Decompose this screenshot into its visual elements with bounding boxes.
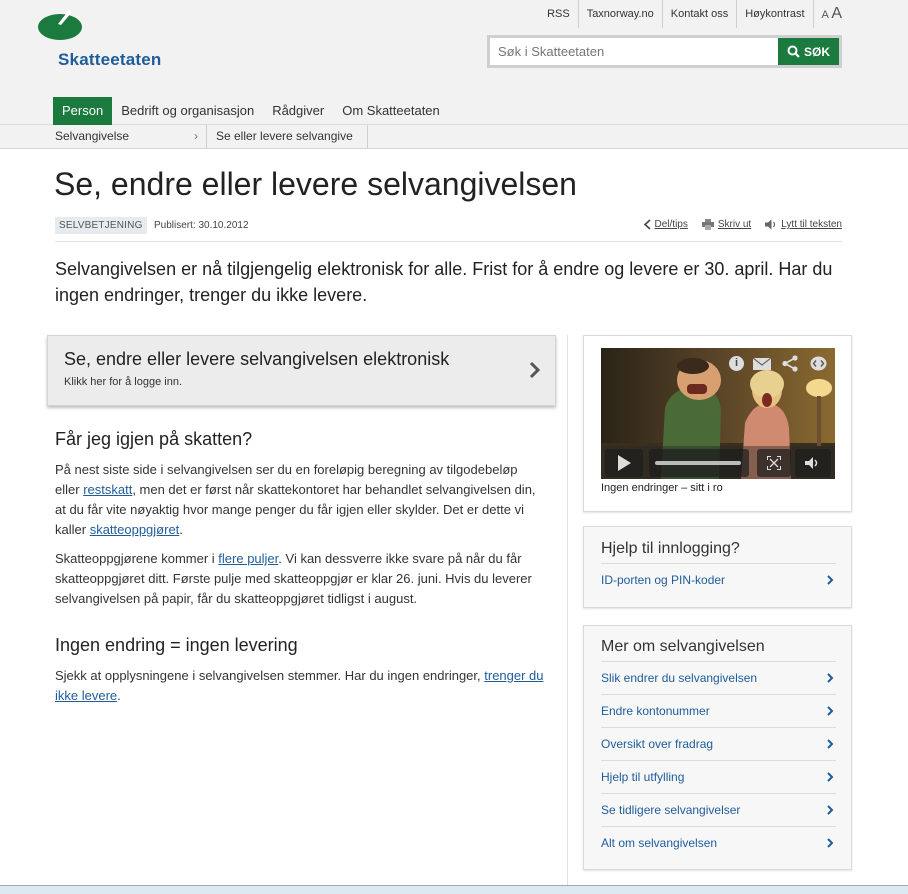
share-label: Del/tips — [654, 219, 688, 230]
category-tag[interactable]: SELVBETJENING — [55, 217, 147, 234]
chevron-right-icon — [827, 739, 834, 749]
side-item-label: Oversikt over fradrag — [601, 737, 714, 751]
font-size-small[interactable]: A — [822, 9, 829, 21]
link-oversikt-fradrag[interactable]: Oversikt over fradrag — [601, 727, 836, 759]
mail-icon[interactable] — [753, 358, 771, 370]
search-button[interactable]: SØK — [778, 38, 839, 65]
side-item-label: Se tidligere selvangivelser — [601, 803, 741, 817]
link-slik-endrer[interactable]: Slik endrer du selvangivelsen — [601, 661, 836, 693]
heading-no-change: Ingen endring = ingen levering — [55, 635, 298, 655]
fullscreen-button[interactable] — [757, 449, 791, 477]
paragraph-refund: På nest siste side i selvangivelsen ser … — [55, 460, 545, 540]
volume-button[interactable] — [795, 449, 831, 477]
side-item-label: Alt om selvangivelsen — [601, 836, 718, 850]
cta-title: Se, endre eller levere selvangivelsen el… — [64, 349, 450, 369]
chevron-right-icon — [827, 673, 834, 683]
heading-tax-refund: Får jeg igjen på skatten? — [55, 429, 253, 449]
link-endre-kontonummer[interactable]: Endre kontonummer — [601, 694, 836, 726]
high-contrast-link[interactable]: Høykontrast — [736, 0, 812, 28]
video-box: i Ingen endringer – sitt i ro — [583, 335, 852, 512]
progress-track[interactable] — [649, 449, 749, 477]
column-divider — [567, 335, 568, 885]
link-tidligere-selvangivelser[interactable]: Se tidligere selvangivelser — [601, 793, 836, 825]
breadcrumb-separator: › — [194, 129, 198, 143]
chevron-right-icon — [529, 361, 541, 379]
text: Skatteoppgjørene kommer i — [55, 551, 219, 566]
nav-bedrift[interactable]: Bedrift og organisasjon — [112, 97, 263, 125]
breadcrumb-current: Se eller levere selvangive — [216, 125, 368, 148]
embed-icon[interactable] — [810, 356, 827, 371]
side-item-label: Slik endrer du selvangivelsen — [601, 671, 758, 685]
text: Sjekk at opplysningene i selvangivelsen … — [55, 668, 485, 683]
text: . — [117, 688, 121, 703]
chevron-right-icon — [827, 805, 834, 815]
chevron-right-icon — [827, 772, 834, 782]
main-nav: Person Bedrift og organisasjon Rådgiver … — [53, 97, 449, 125]
published-date: Publisert: 30.10.2012 — [154, 220, 249, 231]
print-label: Skriv ut — [717, 219, 752, 230]
bottom-bar — [0, 885, 908, 894]
link-hjelp-utfylling[interactable]: Hjelp til utfylling — [601, 760, 836, 792]
nav-radgiver[interactable]: Rådgiver — [263, 97, 333, 125]
more-box: Mer om selvangivelsen Slik endrer du sel… — [583, 625, 852, 870]
listen-button[interactable]: Lytt til teksten — [765, 219, 842, 230]
listen-label: Lytt til teksten — [781, 219, 842, 230]
taxnorway-link[interactable]: Taxnorway.no — [577, 0, 662, 28]
help-login-box: Hjelp til innlogging? ID-porten og PIN-k… — [583, 526, 852, 608]
nav-person[interactable]: Person — [53, 97, 113, 125]
page-title: Se, endre eller levere selvangivelsen — [54, 166, 577, 202]
link-skatteoppgjoret[interactable]: skatteoppgjøret — [90, 522, 180, 537]
breadcrumb: Selvangivelse › Se eller levere selvangi… — [0, 125, 908, 149]
logo-text[interactable]: Skatteetaten — [58, 50, 162, 70]
search-input[interactable] — [490, 38, 778, 65]
search-box: SØK — [487, 35, 842, 68]
paragraph-no-change: Sjekk at opplysningene i selvangivelsen … — [55, 666, 545, 706]
search-button-label: SØK — [803, 44, 830, 59]
play-icon — [618, 455, 631, 471]
link-id-porten[interactable]: ID-porten og PIN-koder — [601, 563, 836, 595]
play-button[interactable] — [605, 449, 643, 477]
side-item-label: ID-porten og PIN-koder — [601, 573, 726, 587]
cta-subtitle: Klikk her for å logge inn. — [64, 376, 183, 388]
print-icon — [701, 219, 714, 230]
article-meta: SELVBETJENING Publisert: 30.10.2012 Del/… — [55, 216, 842, 242]
link-alt-om[interactable]: Alt om selvangivelsen — [601, 826, 836, 858]
side-item-label: Endre kontonummer — [601, 704, 710, 718]
video-caption: Ingen endringer – sitt i ro — [601, 482, 723, 494]
article-tools: Del/tips Skriv ut Lytt til teksten — [643, 219, 842, 230]
help-box-title: Hjelp til innlogging? — [601, 540, 740, 557]
fullscreen-icon — [767, 456, 781, 470]
chevron-right-icon — [827, 838, 834, 848]
volume-icon — [805, 457, 818, 469]
speaker-icon — [765, 219, 776, 230]
logo-leaf-icon[interactable] — [38, 10, 86, 47]
side-item-label: Hjelp til utfylling — [601, 770, 685, 784]
print-button[interactable]: Skriv ut — [701, 219, 752, 230]
breadcrumb-selvangivelse[interactable]: Selvangivelse — [55, 125, 207, 148]
chevron-right-icon — [827, 575, 834, 585]
search-icon — [787, 45, 800, 58]
info-icon[interactable]: i — [729, 356, 744, 371]
share-icon[interactable] — [782, 355, 798, 372]
link-flere-puljer[interactable]: flere puljer — [218, 551, 278, 566]
video-player[interactable]: i — [601, 348, 835, 479]
share-icon — [643, 219, 651, 230]
login-cta-button[interactable]: Se, endre eller levere selvangivelsen el… — [47, 335, 556, 406]
share-button[interactable]: Del/tips — [643, 219, 688, 230]
font-size-toggle[interactable]: A A — [812, 0, 842, 28]
intro-text: Selvangivelsen er nå tilgjengelig elektr… — [55, 259, 833, 305]
more-box-title: Mer om selvangivelsen — [601, 638, 765, 655]
link-restskatt[interactable]: restskatt — [83, 482, 132, 497]
video-controls — [601, 447, 835, 479]
nav-om-skatteetaten[interactable]: Om Skatteetaten — [333, 97, 449, 125]
top-links: RSS Taxnorway.no Kontakt oss Høykontrast… — [539, 0, 842, 28]
site-header: Skatteetaten RSS Taxnorway.no Kontakt os… — [0, 0, 908, 125]
text: . — [179, 522, 183, 537]
paragraph-batches: Skatteoppgjørene kommer i flere puljer. … — [55, 549, 545, 609]
font-size-large[interactable]: A — [831, 5, 842, 22]
chevron-right-icon — [827, 706, 834, 716]
progress-bar — [655, 461, 741, 465]
rss-link[interactable]: RSS — [539, 0, 578, 28]
contact-link[interactable]: Kontakt oss — [661, 0, 736, 28]
